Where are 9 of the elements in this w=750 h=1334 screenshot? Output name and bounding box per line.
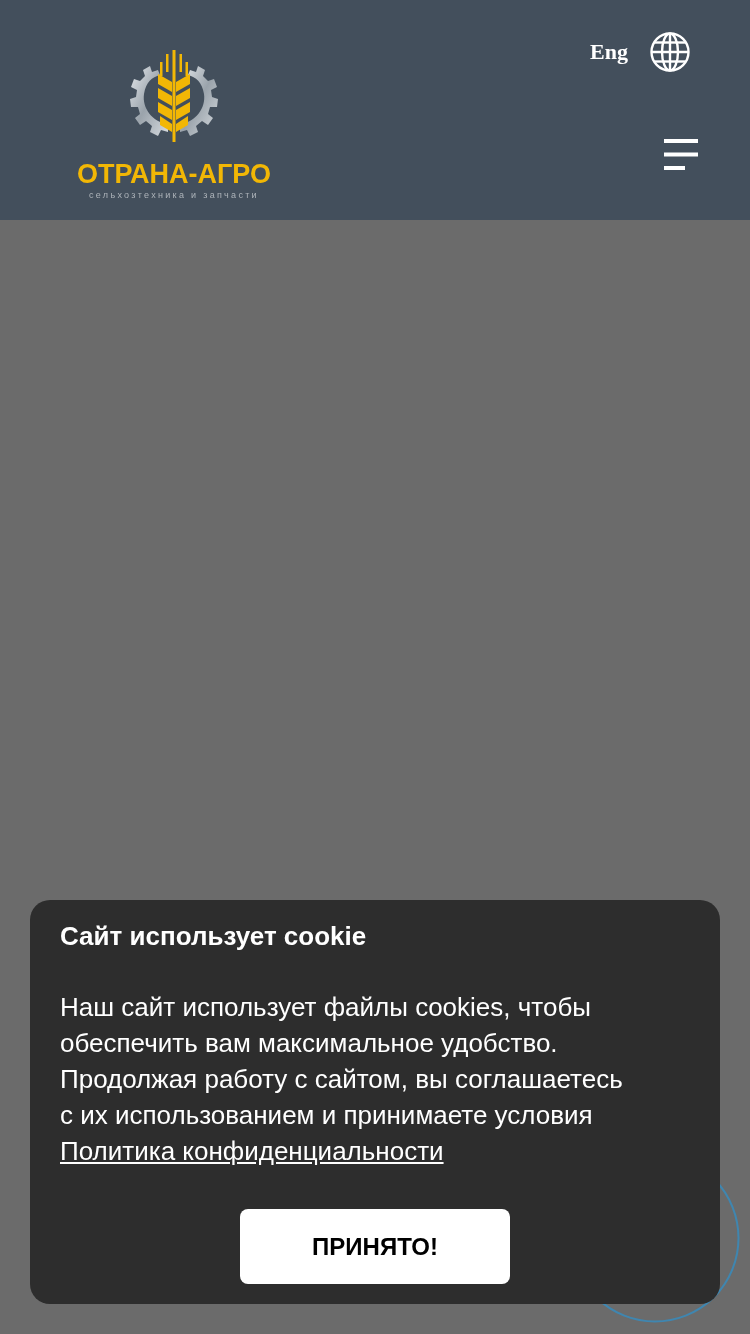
cookie-text: Наш сайт использует файлы cookies, чтобы обеспечить вам максимальное удобство. Продолжая работу с сайтом, вы соглашаетесь с их использованием и принимаете условия Политика конфиденциальности	[60, 991, 624, 1168]
logo-title: ОТРАНА-АГРО	[76, 160, 272, 188]
globe-icon[interactable]	[650, 32, 690, 72]
menu-icon[interactable]	[664, 139, 698, 170]
language-link[interactable]: Eng	[590, 39, 628, 65]
logo-subtitle: сельхозтехника и запчасти	[89, 190, 259, 200]
cookie-title: Сайт использует cookie	[60, 920, 368, 953]
privacy-policy-link[interactable]: Политика конфиденциальности	[60, 1136, 444, 1166]
accept-button[interactable]: ПРИНЯТО!	[240, 1209, 510, 1284]
